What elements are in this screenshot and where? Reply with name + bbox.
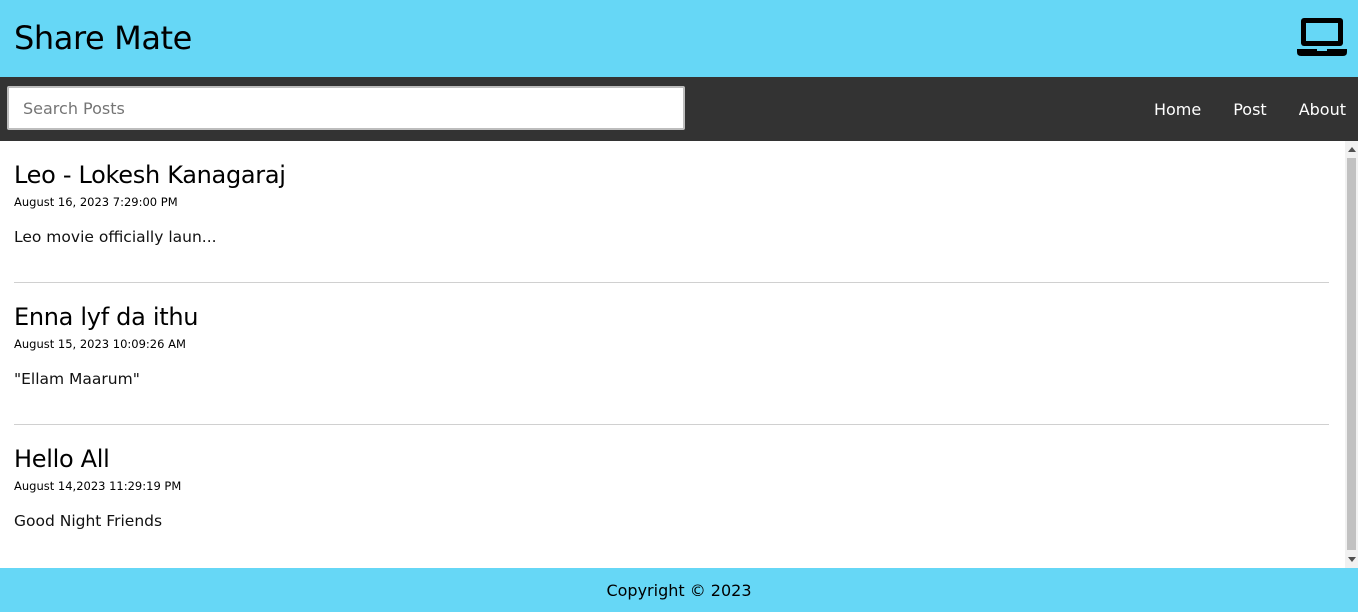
post-body: "Ellam Maarum": [14, 370, 140, 388]
app-header: Share Mate: [0, 0, 1358, 77]
post-title[interactable]: Hello All: [14, 444, 1329, 474]
post-feed: Leo - Lokesh Kanagaraj August 16, 2023 7…: [0, 141, 1343, 568]
nav-link-home[interactable]: Home: [1154, 100, 1201, 119]
post-date: August 16, 2023 7:29:00 PM: [14, 195, 178, 209]
nav-link-post[interactable]: Post: [1233, 100, 1266, 119]
post-body: Good Night Friends: [14, 512, 163, 530]
scroll-down-arrow-icon[interactable]: [1348, 557, 1356, 562]
search-input[interactable]: [7, 86, 685, 130]
nav-link-about[interactable]: About: [1299, 100, 1346, 119]
laptop-icon: [1297, 18, 1347, 56]
footer: Copyright © 2023: [0, 568, 1358, 612]
post-date: August 14,2023 11:29:19 PM: [14, 479, 182, 493]
post-title[interactable]: Enna lyf da ithu: [14, 302, 1329, 332]
post-body: Leo movie officially laun...: [14, 228, 217, 246]
copyright-text: Copyright © 2023: [606, 581, 752, 600]
scroll-up-arrow-icon[interactable]: [1348, 147, 1356, 152]
top-nav: Home Post About: [0, 77, 1358, 141]
post-item[interactable]: Hello All August 14,2023 11:29:19 PM Goo…: [14, 425, 1329, 566]
scrollbar-thumb[interactable]: [1347, 158, 1356, 550]
post-item[interactable]: Leo - Lokesh Kanagaraj August 16, 2023 7…: [14, 141, 1329, 283]
post-item[interactable]: Enna lyf da ithu August 15, 2023 10:09:2…: [14, 283, 1329, 425]
app-title: Share Mate: [14, 19, 192, 57]
post-title[interactable]: Leo - Lokesh Kanagaraj: [14, 160, 1329, 190]
post-date: August 15, 2023 10:09:26 AM: [14, 337, 186, 351]
scrollbar[interactable]: [1345, 141, 1358, 568]
nav-links: Home Post About: [1122, 77, 1346, 141]
